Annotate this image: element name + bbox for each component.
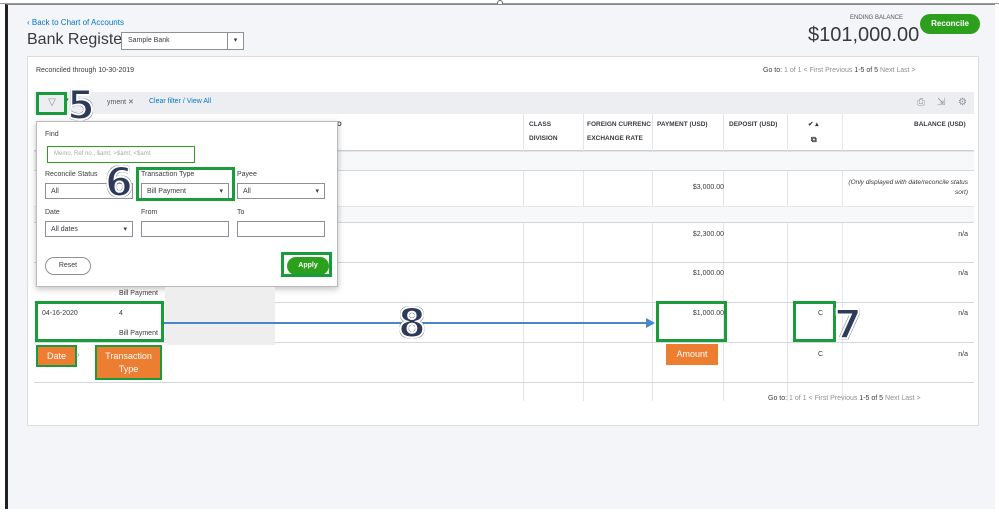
column-exchange-rate[interactable]: EXCHANGE RATE [587, 135, 643, 142]
pager-top: Go to: 1 of 1 < First Previous 1-5 of 5 … [763, 67, 916, 74]
step-5-label: 5 [66, 83, 96, 129]
last-link[interactable]: Last > [896, 67, 915, 74]
table-row[interactable]: C n/a [34, 342, 974, 382]
row-balance: (Only displayed with date/reconcile stat… [848, 179, 968, 196]
row-payment: $3,000.00 [692, 184, 724, 191]
previous-link[interactable]: Previous [825, 67, 852, 74]
back-to-chart-link[interactable]: ‹ Back to Chart of Accounts [27, 18, 124, 27]
first-link[interactable]: < First [809, 395, 829, 402]
date-select[interactable]: All dates ▾ [45, 221, 133, 237]
register-toolbar: ▽ ▾ yment ✕ Clear filter / View All ⎙ ⇲ … [34, 92, 974, 114]
gear-icon[interactable]: ⚙ [958, 97, 967, 108]
page-input[interactable]: 1 [789, 395, 793, 402]
reconciled-through-text: Reconciled through 10-30-2019 [36, 67, 135, 74]
date-badge: Date [36, 345, 77, 367]
last-link[interactable]: Last > [901, 395, 920, 402]
column-deposit[interactable]: DEPOSIT (USD) [729, 121, 777, 128]
find-label: Find [45, 131, 59, 138]
clear-filter-link[interactable]: Clear filter / View All [149, 98, 211, 105]
row-payment: $1,000.00 [692, 270, 724, 277]
date-label: Date [45, 209, 60, 216]
column-reconcile-status[interactable]: ✔ ▴ [808, 120, 819, 128]
row-type: Bill Payment [119, 290, 158, 297]
pager-bottom: Go to: 1 of 1 < First Previous 1-5 of 5 … [768, 395, 921, 402]
previous-link[interactable]: Previous [830, 395, 857, 402]
highlight-filter [36, 92, 67, 115]
transaction-type-badge: Transaction Type [95, 345, 162, 380]
export-icon[interactable]: ⇲ [937, 97, 945, 108]
ending-balance-label: ENDING BALANCE [850, 15, 904, 21]
first-link[interactable]: < First [804, 67, 824, 74]
step-7-label: 7 [833, 302, 863, 348]
table-end [34, 382, 974, 383]
close-icon[interactable]: ✕ [128, 99, 134, 106]
next-link[interactable]: Next [885, 395, 899, 402]
step-8-label: 8 [397, 301, 427, 347]
highlight-transaction-type [136, 167, 235, 201]
from-date-input[interactable] [141, 221, 229, 237]
print-icon[interactable]: ⎙ [917, 97, 925, 108]
column-division[interactable]: DIVISION [529, 135, 558, 142]
next-link[interactable]: Next [880, 67, 894, 74]
highlight-row [35, 301, 164, 342]
column-payment[interactable]: PAYMENT (USD) [657, 121, 708, 128]
reconcile-status-label: Reconcile Status [45, 171, 98, 178]
to-date-input[interactable] [237, 221, 325, 237]
reconcile-button[interactable]: Reconcile [920, 14, 980, 34]
ending-balance-amount: $101,000.00 [808, 24, 920, 46]
step-6-label: 6 [104, 160, 134, 206]
column-balance[interactable]: BALANCE (USD) [914, 121, 966, 128]
arrow-head-icon [646, 318, 655, 328]
page-input[interactable]: 1 [784, 67, 788, 74]
caret-down-icon: ▾ [315, 188, 319, 195]
highlight-payment [656, 301, 727, 342]
column-class[interactable]: CLASS [529, 121, 551, 128]
filter-chip[interactable]: yment ✕ [107, 98, 134, 106]
to-label: To [237, 209, 245, 216]
row-balance: n/a [958, 231, 968, 238]
copy-icon[interactable]: ⧉ [811, 135, 817, 145]
caret-down-icon: ▾ [123, 226, 127, 233]
row-balance: n/a [958, 351, 968, 358]
page-title: Bank Register [27, 31, 128, 48]
row-balance: n/a [958, 270, 968, 277]
from-label: From [141, 209, 158, 216]
row-payment: $2,300.00 [692, 231, 724, 238]
column-foreign-currency[interactable]: FOREIGN CURRENC [587, 121, 651, 128]
arrow-right-icon: › [77, 350, 80, 359]
payee-select[interactable]: All ▾ [237, 183, 325, 199]
highlight-status [793, 301, 836, 342]
amount-badge: Amount [666, 344, 718, 365]
highlight-apply [281, 252, 332, 277]
account-select[interactable]: Sample Bank ▾ [121, 32, 244, 50]
row-shade [165, 287, 275, 345]
row-status[interactable]: C [818, 351, 823, 358]
chevron-down-icon: ▾ [227, 33, 243, 49]
reset-button[interactable]: Reset [45, 257, 91, 275]
payee-label: Payee [237, 171, 257, 178]
